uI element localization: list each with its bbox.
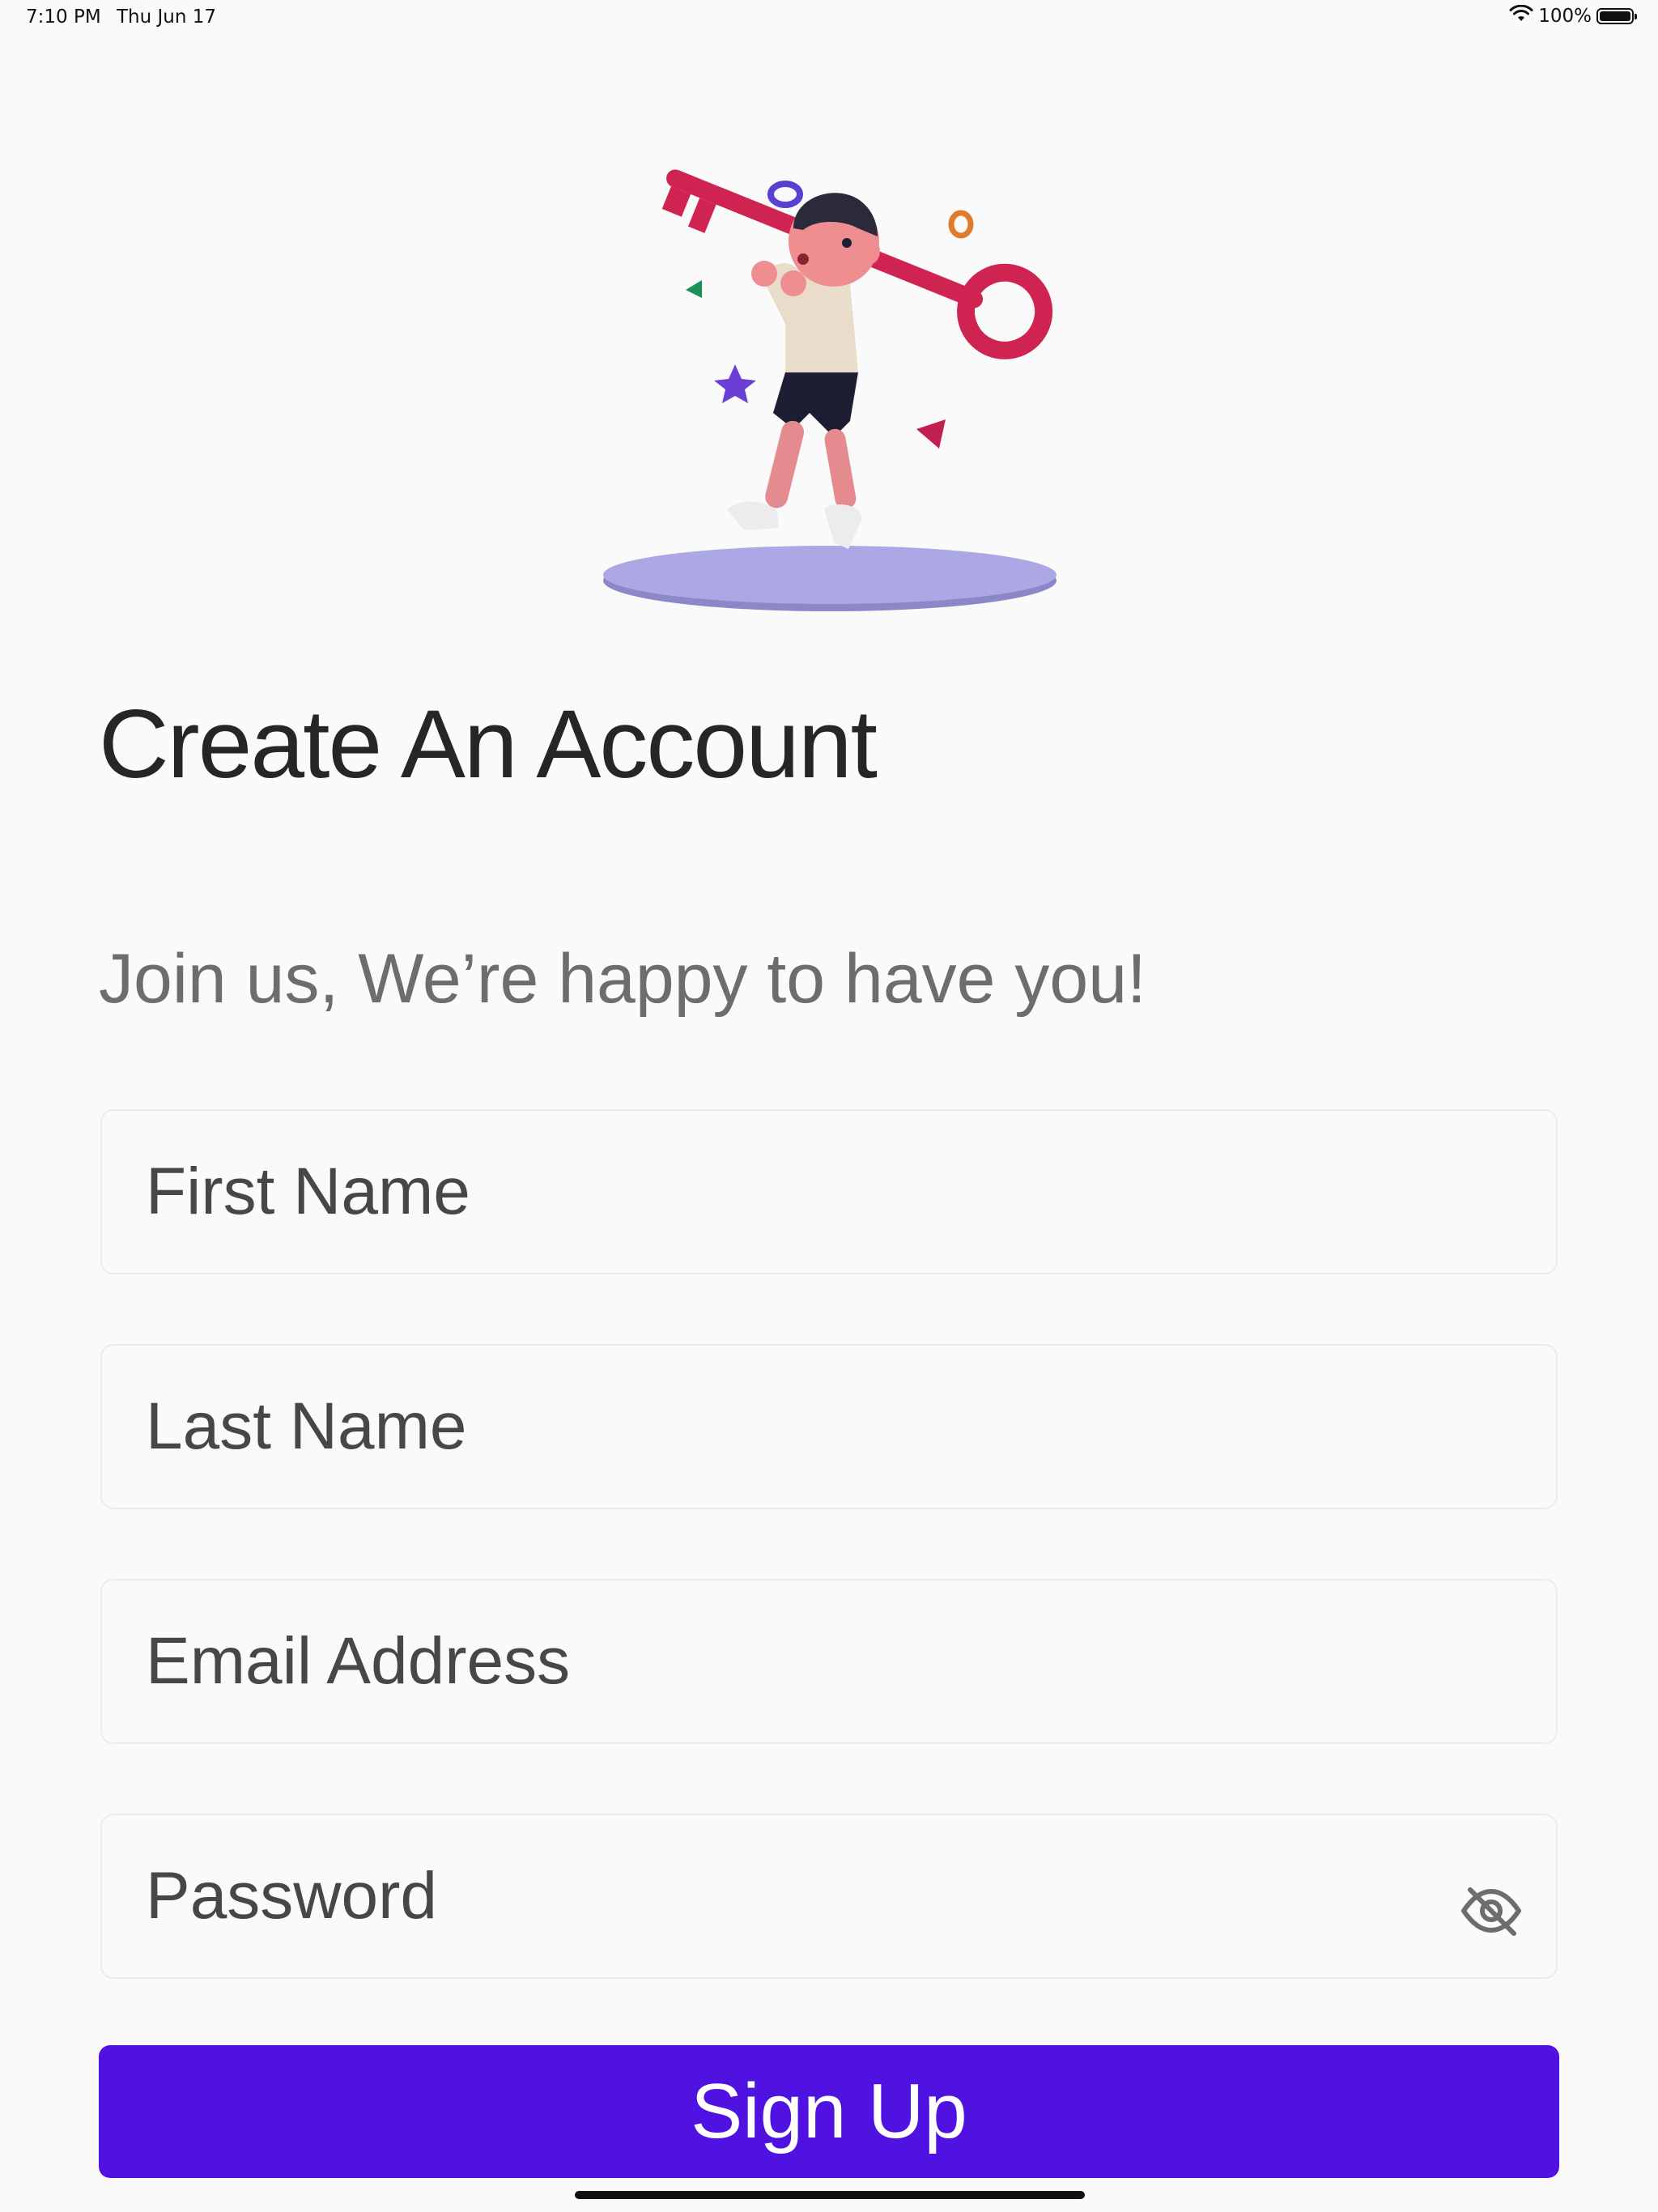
page-subtitle: Join us, We’re happy to have you!	[99, 940, 1146, 1018]
first-name-input[interactable]	[102, 1111, 1556, 1273]
key-person-illustration	[591, 162, 1061, 632]
status-right: 100%	[1509, 4, 1637, 28]
email-field[interactable]	[100, 1579, 1558, 1744]
password-input[interactable]	[102, 1815, 1556, 1977]
last-name-input[interactable]	[102, 1346, 1556, 1508]
signup-screen: 7:10 PM Thu Jun 17 100% Create An Accoun…	[0, 0, 1658, 2212]
password-field[interactable]	[100, 1814, 1558, 1979]
last-name-field[interactable]	[100, 1344, 1558, 1509]
email-input[interactable]	[102, 1580, 1556, 1742]
home-indicator	[575, 2191, 1085, 2199]
sign-up-button[interactable]: Sign Up	[99, 2045, 1559, 2178]
eye-slash-icon[interactable]	[1459, 1885, 1524, 1937]
wifi-icon	[1509, 4, 1533, 28]
status-time: 7:10 PM	[26, 6, 101, 28]
battery-percent: 100%	[1538, 6, 1592, 27]
status-date: Thu Jun 17	[117, 6, 217, 28]
battery-icon	[1596, 8, 1637, 24]
battery-fill	[1600, 11, 1630, 21]
first-name-field[interactable]	[100, 1109, 1558, 1274]
page-title: Create An Account	[99, 690, 878, 798]
status-bar: 7:10 PM Thu Jun 17 100%	[0, 0, 1658, 39]
